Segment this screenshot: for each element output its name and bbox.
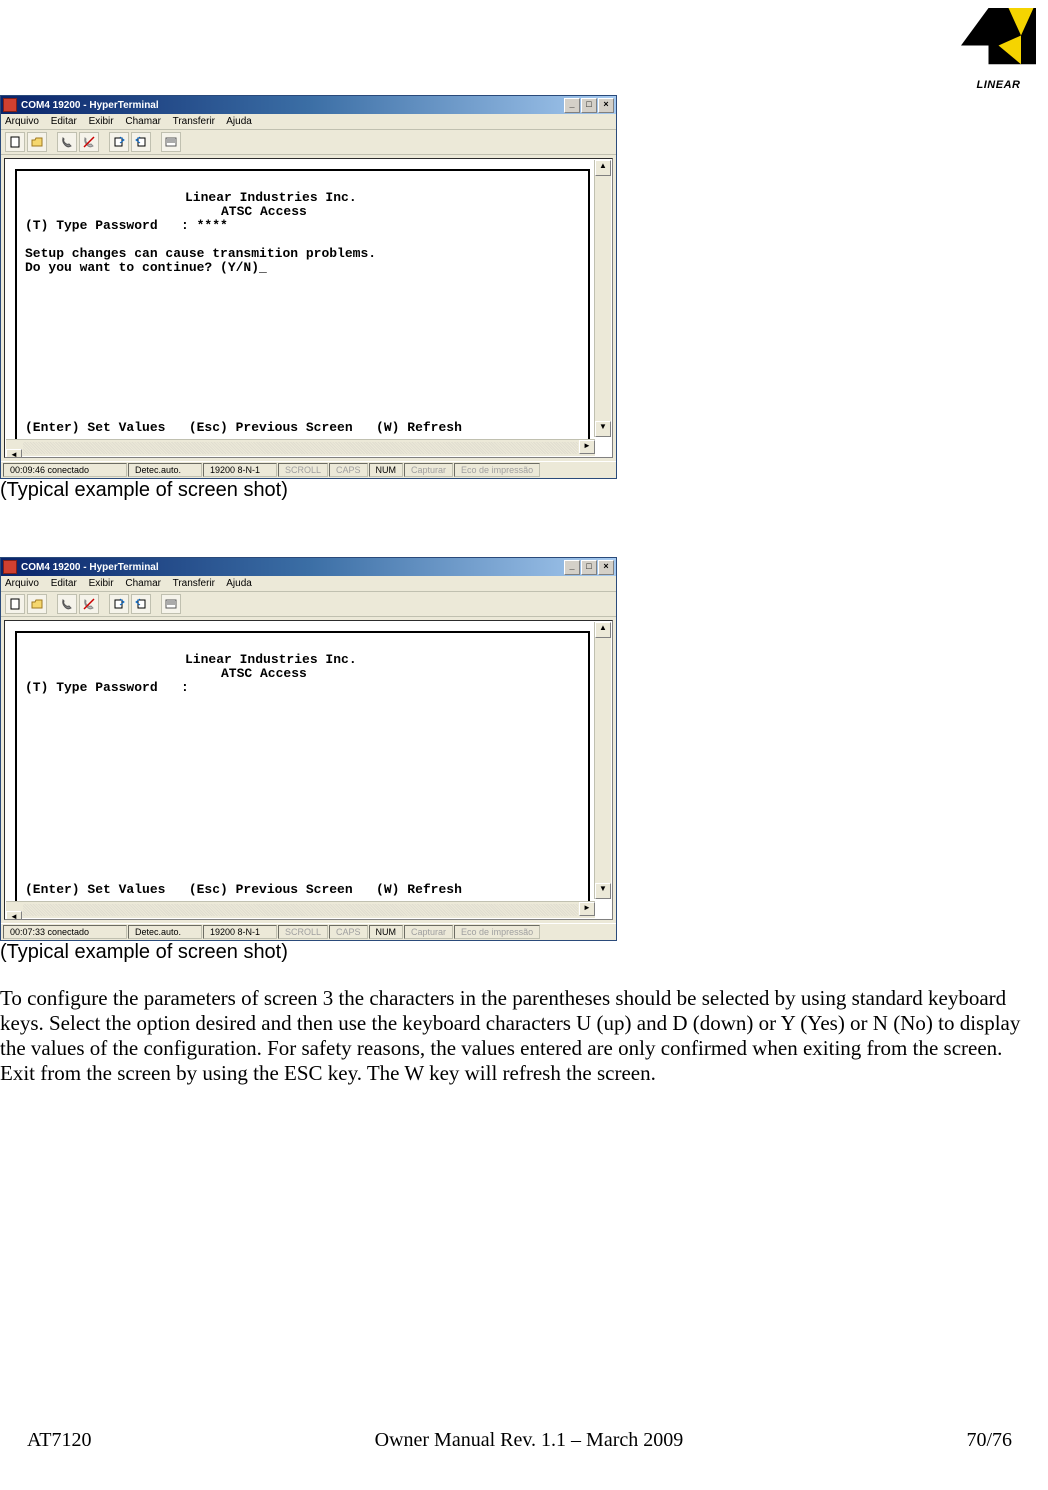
term-header2: ATSC Access (221, 666, 307, 681)
disconnect-icon[interactable] (79, 132, 99, 152)
call-icon[interactable] (57, 132, 77, 152)
company-logo: LINEAR (961, 8, 1036, 78)
term-line3: Do you want to continue? (Y/N)_ (25, 260, 267, 275)
horizontal-scrollbar[interactable]: ◄ ► (6, 439, 595, 456)
maximize-button[interactable]: □ (581, 560, 597, 575)
terminal-viewport: Linear Industries Inc. ATSC Access (T) T… (4, 620, 613, 920)
properties-icon[interactable] (161, 594, 181, 614)
close-button[interactable]: × (598, 560, 614, 575)
logo-icon (961, 8, 1036, 71)
scroll-left-icon[interactable]: ◄ (6, 911, 22, 920)
status-detect: Detec.auto. (128, 925, 202, 939)
term-header1: Linear Industries Inc. (185, 652, 357, 667)
scroll-down-icon[interactable]: ▼ (595, 883, 611, 899)
footer-right: 70/76 (966, 1429, 1012, 1452)
menu-chamar[interactable]: Chamar (125, 116, 161, 127)
status-time: 00:09:46 conectado (3, 463, 127, 477)
menu-ajuda[interactable]: Ajuda (226, 578, 252, 589)
screenshot-caption: (Typical example of screen shot) (0, 479, 1038, 502)
terminal-content[interactable]: Linear Industries Inc. ATSC Access (T) T… (15, 631, 590, 903)
menu-ajuda[interactable]: Ajuda (226, 116, 252, 127)
open-icon[interactable] (27, 132, 47, 152)
menu-bar: Arquivo Editar Exibir Chamar Transferir … (1, 576, 616, 592)
status-eco: Eco de impressão (454, 925, 540, 939)
status-bar: 00:07:33 conectado Detec.auto. 19200 8-N… (1, 923, 616, 940)
receive-icon[interactable] (131, 594, 151, 614)
horizontal-scrollbar[interactable]: ◄ ► (6, 901, 595, 918)
footer-center: Owner Manual Rev. 1.1 – March 2009 (375, 1429, 684, 1452)
menu-transferir[interactable]: Transferir (173, 116, 215, 127)
menu-editar[interactable]: Editar (51, 578, 77, 589)
status-bar: 00:09:46 conectado Detec.auto. 19200 8-N… (1, 461, 616, 478)
status-num: NUM (369, 925, 404, 939)
menu-bar: Arquivo Editar Exibir Chamar Transferir … (1, 114, 616, 130)
status-eco: Eco de impressão (454, 463, 540, 477)
send-icon[interactable] (109, 594, 129, 614)
maximize-button[interactable]: □ (581, 98, 597, 113)
status-detect: Detec.auto. (128, 463, 202, 477)
status-capturar: Capturar (404, 463, 453, 477)
toolbar (1, 130, 616, 155)
minimize-button[interactable]: _ (564, 560, 580, 575)
menu-transferir[interactable]: Transferir (173, 578, 215, 589)
menu-arquivo[interactable]: Arquivo (5, 578, 39, 589)
status-caps: CAPS (329, 463, 368, 477)
status-caps: CAPS (329, 925, 368, 939)
screenshot-caption: (Typical example of screen shot) (0, 941, 1038, 964)
term-line2: Setup changes can cause transmition prob… (25, 246, 376, 261)
open-icon[interactable] (27, 594, 47, 614)
window-titlebar: COM4 19200 - HyperTerminal _ □ × (1, 96, 616, 114)
app-icon (3, 98, 17, 112)
term-footer: (Enter) Set Values (Esc) Previous Screen… (25, 421, 580, 435)
term-line1: (T) Type Password : **** (25, 218, 228, 233)
close-button[interactable]: × (598, 98, 614, 113)
new-icon[interactable] (5, 132, 25, 152)
page-footer: AT7120 Owner Manual Rev. 1.1 – March 200… (27, 1429, 1012, 1452)
logo-text: LINEAR (977, 79, 1021, 91)
window-titlebar: COM4 19200 - HyperTerminal _ □ × (1, 558, 616, 576)
call-icon[interactable] (57, 594, 77, 614)
send-icon[interactable] (109, 132, 129, 152)
window-title: COM4 19200 - HyperTerminal (21, 100, 159, 111)
scroll-up-icon[interactable]: ▲ (595, 622, 611, 638)
menu-exibir[interactable]: Exibir (89, 116, 114, 127)
scroll-up-icon[interactable]: ▲ (595, 160, 611, 176)
status-capturar: Capturar (404, 925, 453, 939)
toolbar (1, 592, 616, 617)
status-baud: 19200 8-N-1 (203, 925, 277, 939)
menu-arquivo[interactable]: Arquivo (5, 116, 39, 127)
menu-chamar[interactable]: Chamar (125, 578, 161, 589)
status-scroll: SCROLL (278, 925, 328, 939)
status-time: 00:07:33 conectado (3, 925, 127, 939)
status-scroll: SCROLL (278, 463, 328, 477)
minimize-button[interactable]: _ (564, 98, 580, 113)
term-header1: Linear Industries Inc. (185, 190, 357, 205)
term-header2: ATSC Access (221, 204, 307, 219)
footer-left: AT7120 (27, 1429, 91, 1452)
scroll-down-icon[interactable]: ▼ (595, 421, 611, 437)
screenshot-2: COM4 19200 - HyperTerminal _ □ × Arquivo… (0, 557, 1038, 964)
term-line1: (T) Type Password : (25, 680, 189, 695)
status-baud: 19200 8-N-1 (203, 463, 277, 477)
menu-editar[interactable]: Editar (51, 116, 77, 127)
properties-icon[interactable] (161, 132, 181, 152)
terminal-viewport: Linear Industries Inc. ATSC Access (T) T… (4, 158, 613, 458)
scroll-left-icon[interactable]: ◄ (6, 449, 22, 458)
app-icon (3, 560, 17, 574)
scroll-right-icon[interactable]: ► (579, 902, 595, 916)
disconnect-icon[interactable] (79, 594, 99, 614)
screenshot-1: COM4 19200 - HyperTerminal _ □ × Arquivo… (0, 95, 1038, 502)
scroll-right-icon[interactable]: ► (579, 440, 595, 454)
vertical-scrollbar[interactable]: ▲ ▼ (594, 160, 611, 437)
body-paragraph: To configure the parameters of screen 3 … (0, 986, 1038, 1086)
terminal-content[interactable]: Linear Industries Inc. ATSC Access (T) T… (15, 169, 590, 441)
status-num: NUM (369, 463, 404, 477)
term-footer: (Enter) Set Values (Esc) Previous Screen… (25, 883, 580, 897)
window-title: COM4 19200 - HyperTerminal (21, 562, 159, 573)
new-icon[interactable] (5, 594, 25, 614)
vertical-scrollbar[interactable]: ▲ ▼ (594, 622, 611, 899)
receive-icon[interactable] (131, 132, 151, 152)
menu-exibir[interactable]: Exibir (89, 578, 114, 589)
